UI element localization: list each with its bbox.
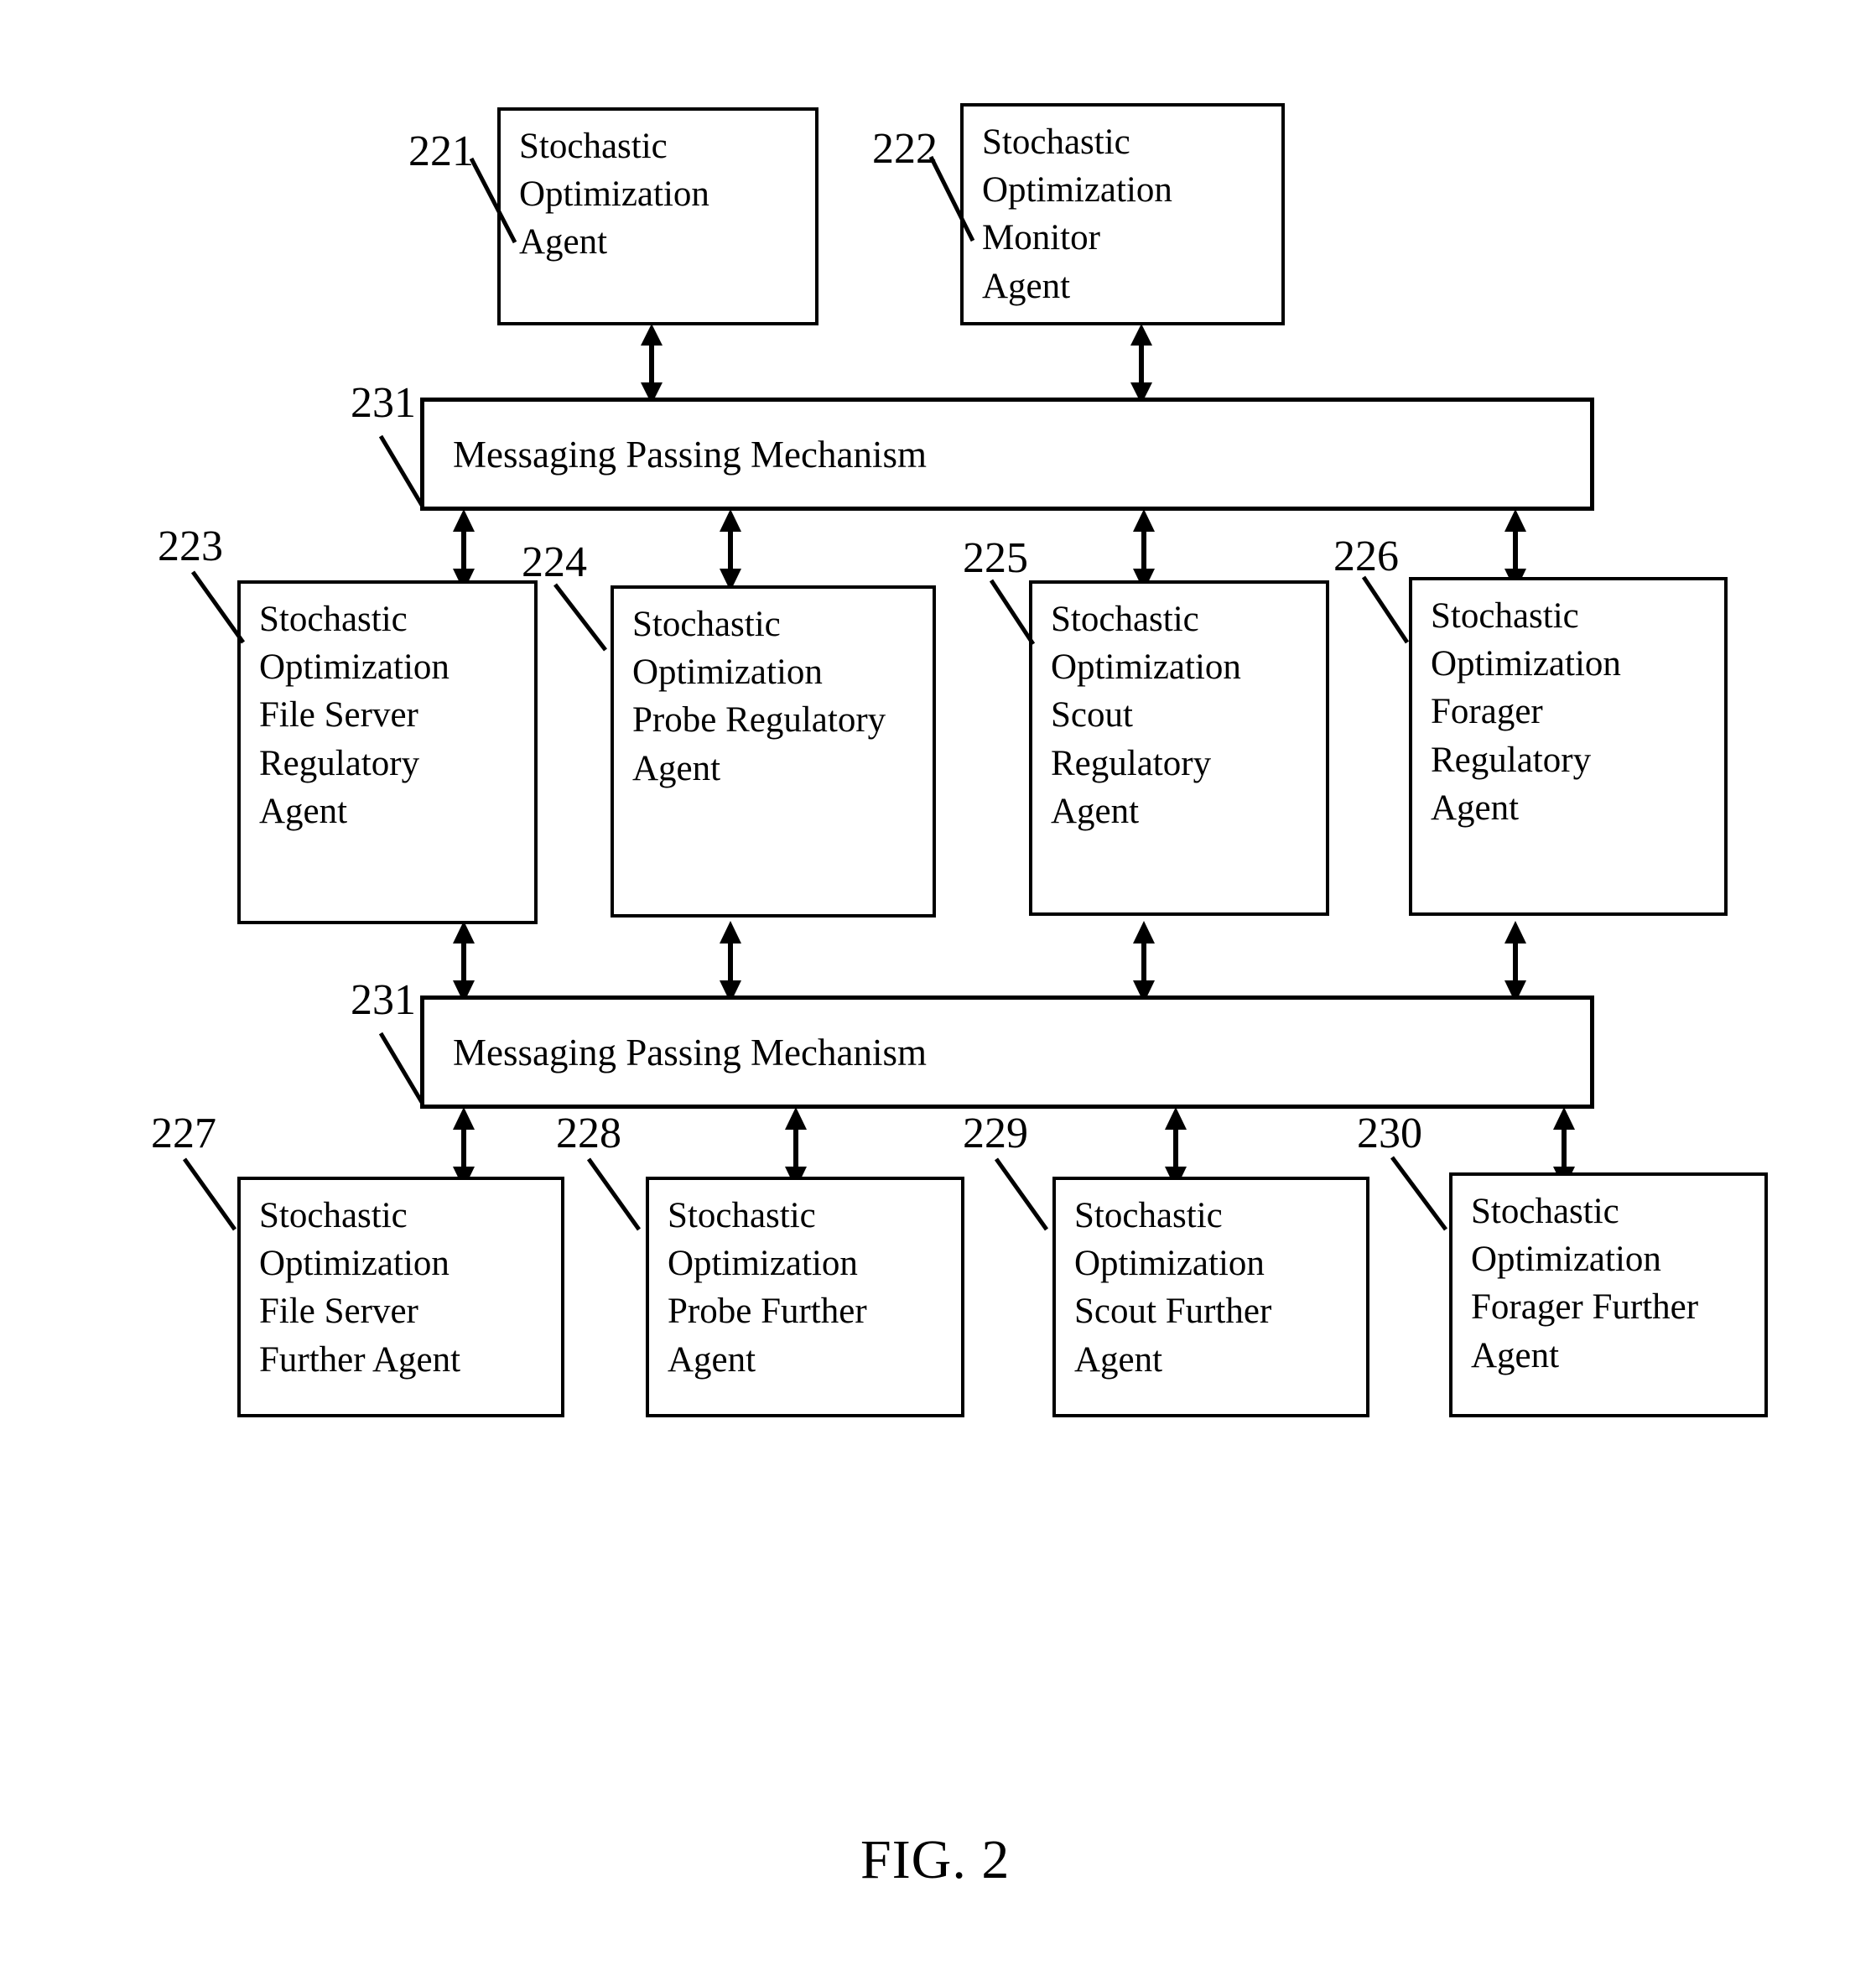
connector-arrow-223-to-bus2 [453, 921, 475, 1003]
connector-arrow-226-to-bus2 [1504, 921, 1526, 1003]
ref-label-229: 229 [963, 1110, 1028, 1157]
agent-box-224: Stochastic Optimization Probe Regulatory… [611, 585, 936, 918]
connector-arrow-bus1-to-223 [453, 509, 475, 591]
ref-label-227: 227 [151, 1110, 216, 1157]
ref-label-225: 225 [963, 534, 1028, 582]
patent-figure-page: Stochastic Optimization Agent 221 Stocha… [0, 0, 1876, 1965]
connector-arrow-222-to-bus1 [1130, 324, 1152, 404]
leader-line-230 [1390, 1156, 1448, 1231]
connector-arrow-225-to-bus2 [1133, 921, 1155, 1003]
connector-arrow-224-to-bus2 [720, 921, 741, 1003]
ref-label-230: 230 [1357, 1110, 1422, 1157]
agent-box-222: Stochastic Optimization Monitor Agent [960, 103, 1285, 325]
figure-caption: FIG. 2 [860, 1829, 1011, 1890]
ref-label-222: 222 [872, 125, 938, 173]
agent-box-229: Stochastic Optimization Scout Further Ag… [1052, 1177, 1369, 1417]
ref-label-221: 221 [408, 127, 474, 175]
leader-line-227 [183, 1157, 237, 1231]
connector-arrow-bus1-to-224 [720, 509, 741, 591]
connector-arrow-221-to-bus1 [641, 324, 663, 404]
ref-label-231-top: 231 [351, 379, 416, 427]
messaging-bus-bottom: Messaging Passing Mechanism [420, 995, 1594, 1109]
ref-label-223: 223 [158, 522, 223, 570]
agent-box-228: Stochastic Optimization Probe Further Ag… [646, 1177, 964, 1417]
leader-line-224 [553, 583, 607, 652]
leader-line-229 [995, 1157, 1049, 1231]
agent-box-225: Stochastic Optimization Scout Regulatory… [1029, 580, 1329, 916]
ref-label-226: 226 [1333, 533, 1399, 580]
agent-box-230: Stochastic Optimization Forager Further … [1449, 1172, 1768, 1417]
agent-box-227: Stochastic Optimization File Server Furt… [237, 1177, 564, 1417]
connector-arrow-bus1-to-225 [1133, 509, 1155, 591]
ref-label-224: 224 [522, 538, 587, 586]
messaging-bus-top-label: Messaging Passing Mechanism [453, 433, 927, 476]
leader-line-226 [1362, 575, 1410, 644]
agent-box-226: Stochastic Optimization Forager Regulato… [1409, 577, 1728, 916]
messaging-bus-bottom-label: Messaging Passing Mechanism [453, 1031, 927, 1073]
ref-label-231-bottom: 231 [351, 976, 416, 1024]
agent-box-223: Stochastic Optimization File Server Regu… [237, 580, 538, 924]
messaging-bus-top: Messaging Passing Mechanism [420, 398, 1594, 511]
agent-box-221: Stochastic Optimization Agent [497, 107, 818, 325]
leader-line-228 [587, 1157, 642, 1231]
ref-label-228: 228 [556, 1110, 621, 1157]
